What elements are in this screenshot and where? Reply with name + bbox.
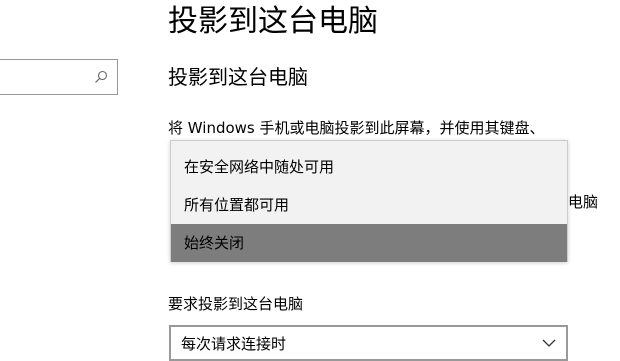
search-input[interactable]: [0, 60, 101, 94]
section-description: 将 Windows 手机或电脑投影到此屏幕，并使用其键盘、: [168, 119, 545, 137]
require-projection-select[interactable]: 每次请求连接时: [169, 325, 568, 361]
page-title: 投影到这台电脑: [168, 4, 378, 39]
partially-hidden-text: 电脑: [568, 193, 598, 211]
dropdown-option-available-everywhere[interactable]: 所有位置都可用: [171, 186, 567, 224]
availability-dropdown-list: 在安全网络中随处可用 所有位置都可用 始终关闭: [170, 140, 568, 262]
select-value: 每次请求连接时: [181, 335, 287, 353]
require-projection-label: 要求投影到这台电脑: [168, 295, 304, 313]
dropdown-option-always-off[interactable]: 始终关闭: [171, 224, 567, 262]
section-heading: 投影到这台电脑: [168, 65, 308, 89]
search-icon[interactable]: [93, 69, 109, 85]
dropdown-option-secure-networks[interactable]: 在安全网络中随处可用: [171, 148, 567, 186]
search-box[interactable]: [0, 59, 118, 95]
